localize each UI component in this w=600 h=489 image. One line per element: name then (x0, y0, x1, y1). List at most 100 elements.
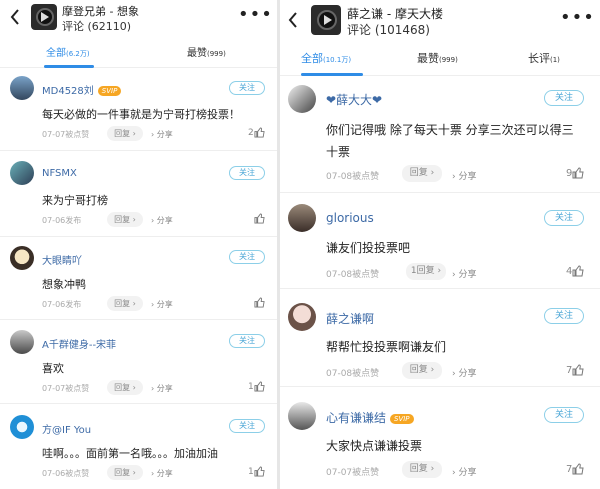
reply-button[interactable]: 回复 › (107, 296, 143, 311)
follow-button[interactable]: 关注 (544, 90, 584, 106)
username[interactable]: MD4528刘 SVIP (42, 82, 122, 97)
share-button[interactable]: › 分享 (452, 267, 476, 280)
username[interactable]: 心有谦谦结 SVIP (326, 409, 414, 426)
share-button[interactable]: › 分享 (151, 129, 173, 140)
share-button[interactable]: › 分享 (151, 383, 173, 394)
comment-item: ❤薛大大❤ 关注 你们记得哦 除了每天十票 分享三次还可以得三十票 07-08被… (280, 77, 600, 192)
tab-all[interactable]: 全部(10.1万) (301, 50, 351, 66)
reply-button[interactable]: 回复 › (107, 212, 143, 227)
right-comments-screen: 薛之谦 - 摩天大楼 评论 (101468) ••• 全部(10.1万) 最赞(… (280, 0, 600, 489)
thumbs-up-icon (572, 265, 584, 277)
comment-date: 07-07被点赞 (326, 468, 380, 478)
follow-button[interactable]: 关注 (544, 308, 584, 324)
like-button[interactable]: 1 (248, 381, 265, 392)
thumbs-up-icon (254, 381, 265, 392)
avatar[interactable] (10, 76, 34, 100)
share-button[interactable]: › 分享 (151, 299, 173, 310)
svip-badge: SVIP (97, 86, 122, 96)
thumbs-up-icon (572, 364, 584, 376)
username[interactable]: 大眼睛吖 (42, 252, 82, 267)
share-button[interactable]: › 分享 (452, 366, 476, 379)
comment-date: 07-08被点赞 (326, 369, 380, 379)
play-icon (324, 15, 332, 25)
username[interactable]: 方@IF You (42, 421, 91, 436)
comment-date: 07-07被点赞 (42, 384, 90, 393)
share-button[interactable]: › 分享 (151, 215, 173, 226)
thumbs-up-icon (254, 466, 265, 477)
like-button[interactable]: 4 (566, 265, 584, 277)
comment-count: 评论 (101468) (347, 23, 430, 37)
comment-item: 薛之谦啊 关注 帮帮忙投投票啊谦友们 07-08被点赞 回复 › › 分享 7 (280, 289, 600, 386)
like-button[interactable]: 1 (248, 466, 265, 477)
thumbs-up-icon (254, 127, 265, 138)
album-cover[interactable] (31, 4, 57, 30)
header: 薛之谦 - 摩天大楼 评论 (101468) ••• (280, 0, 600, 42)
follow-button[interactable]: 关注 (544, 210, 584, 226)
follow-button[interactable]: 关注 (229, 166, 265, 180)
song-title: 摩登兄弟 - 想象 (62, 5, 139, 18)
follow-button[interactable]: 关注 (229, 81, 265, 95)
comment-count: 评论 (62110) (62, 20, 132, 33)
more-icon[interactable]: ••• (560, 7, 595, 28)
song-title: 薛之谦 - 摩天大楼 (347, 7, 443, 21)
avatar[interactable] (10, 161, 34, 185)
header: 摩登兄弟 - 想象 评论 (62110) ••• (0, 0, 277, 36)
reply-button[interactable]: 回复 › (107, 126, 143, 141)
reply-button[interactable]: 回复 › (107, 465, 143, 480)
comment-text: 帮帮忙投投票啊谦友们 (326, 340, 447, 354)
thumbs-up-icon (572, 167, 584, 179)
avatar[interactable] (288, 204, 316, 232)
avatar[interactable] (288, 303, 316, 331)
username[interactable]: NFSMX (42, 168, 77, 179)
share-button[interactable]: › 分享 (151, 468, 173, 479)
like-button[interactable]: 7 (566, 463, 584, 475)
follow-button[interactable]: 关注 (229, 334, 265, 348)
active-tab-indicator (301, 73, 363, 76)
comment-text: 哇啊。。。面前第一名哦。。。加油加油 (42, 447, 218, 460)
reply-button[interactable]: 回复 › (402, 362, 442, 379)
like-button[interactable]: 2 (248, 127, 265, 138)
like-button[interactable]: 7 (566, 364, 584, 376)
tab-all[interactable]: 全部(6.2万) (46, 44, 90, 59)
avatar[interactable] (10, 246, 34, 270)
reply-button[interactable]: 回复 › (402, 461, 442, 478)
reply-button[interactable]: 1回复 › (406, 263, 446, 280)
comment-tabs: 全部(6.2万) 最赞(999) (0, 36, 277, 68)
thumbs-up-icon (254, 213, 265, 224)
avatar[interactable] (288, 85, 316, 113)
like-button[interactable] (254, 297, 265, 308)
like-button[interactable]: 9 (566, 167, 584, 179)
avatar[interactable] (288, 402, 316, 430)
follow-button[interactable]: 关注 (229, 419, 265, 433)
like-button[interactable] (254, 213, 265, 224)
comment-tabs: 全部(10.1万) 最赞(999) 长评(1) (280, 42, 600, 76)
avatar[interactable] (10, 330, 34, 354)
tab-long[interactable]: 长评(1) (528, 50, 560, 66)
username[interactable]: ❤薛大大❤ (326, 91, 382, 108)
follow-button[interactable]: 关注 (229, 250, 265, 264)
comment-date: 07-06被点赞 (42, 469, 90, 478)
username[interactable]: 薛之谦啊 (326, 310, 374, 327)
comment-item: 方@IF You 关注 哇啊。。。面前第一名哦。。。加油加油 07-06被点赞 … (0, 404, 277, 489)
tab-top[interactable]: 最赞(999) (187, 44, 226, 59)
back-arrow-icon[interactable] (288, 12, 298, 28)
comment-text: 大家快点谦谦投票 (326, 439, 423, 453)
tab-top[interactable]: 最赞(999) (417, 50, 458, 66)
follow-button[interactable]: 关注 (544, 407, 584, 423)
album-cover[interactable] (311, 5, 341, 35)
comment-text: 每天必做的一件事就是为宁哥打榜投票！ (42, 108, 240, 121)
avatar[interactable] (10, 415, 34, 439)
comment-text: 喜欢 (42, 362, 64, 375)
more-icon[interactable]: ••• (238, 4, 273, 25)
share-button[interactable]: › 分享 (452, 465, 476, 478)
comment-date: 07-08被点赞 (326, 270, 380, 280)
reply-button[interactable]: 回复 › (107, 380, 143, 395)
reply-button[interactable]: 回复 › (402, 165, 442, 182)
comment-date: 07-06发布 (42, 216, 82, 225)
username[interactable]: glorious (326, 211, 374, 225)
username[interactable]: A千群健身--宋菲 (42, 336, 116, 351)
back-arrow-icon[interactable] (10, 9, 20, 25)
thumbs-up-icon (254, 297, 265, 308)
share-button[interactable]: › 分享 (452, 169, 476, 182)
comment-item: 大眼睛吖 关注 想象冲鸭 07-06发布 回复 › › 分享 (0, 237, 277, 319)
